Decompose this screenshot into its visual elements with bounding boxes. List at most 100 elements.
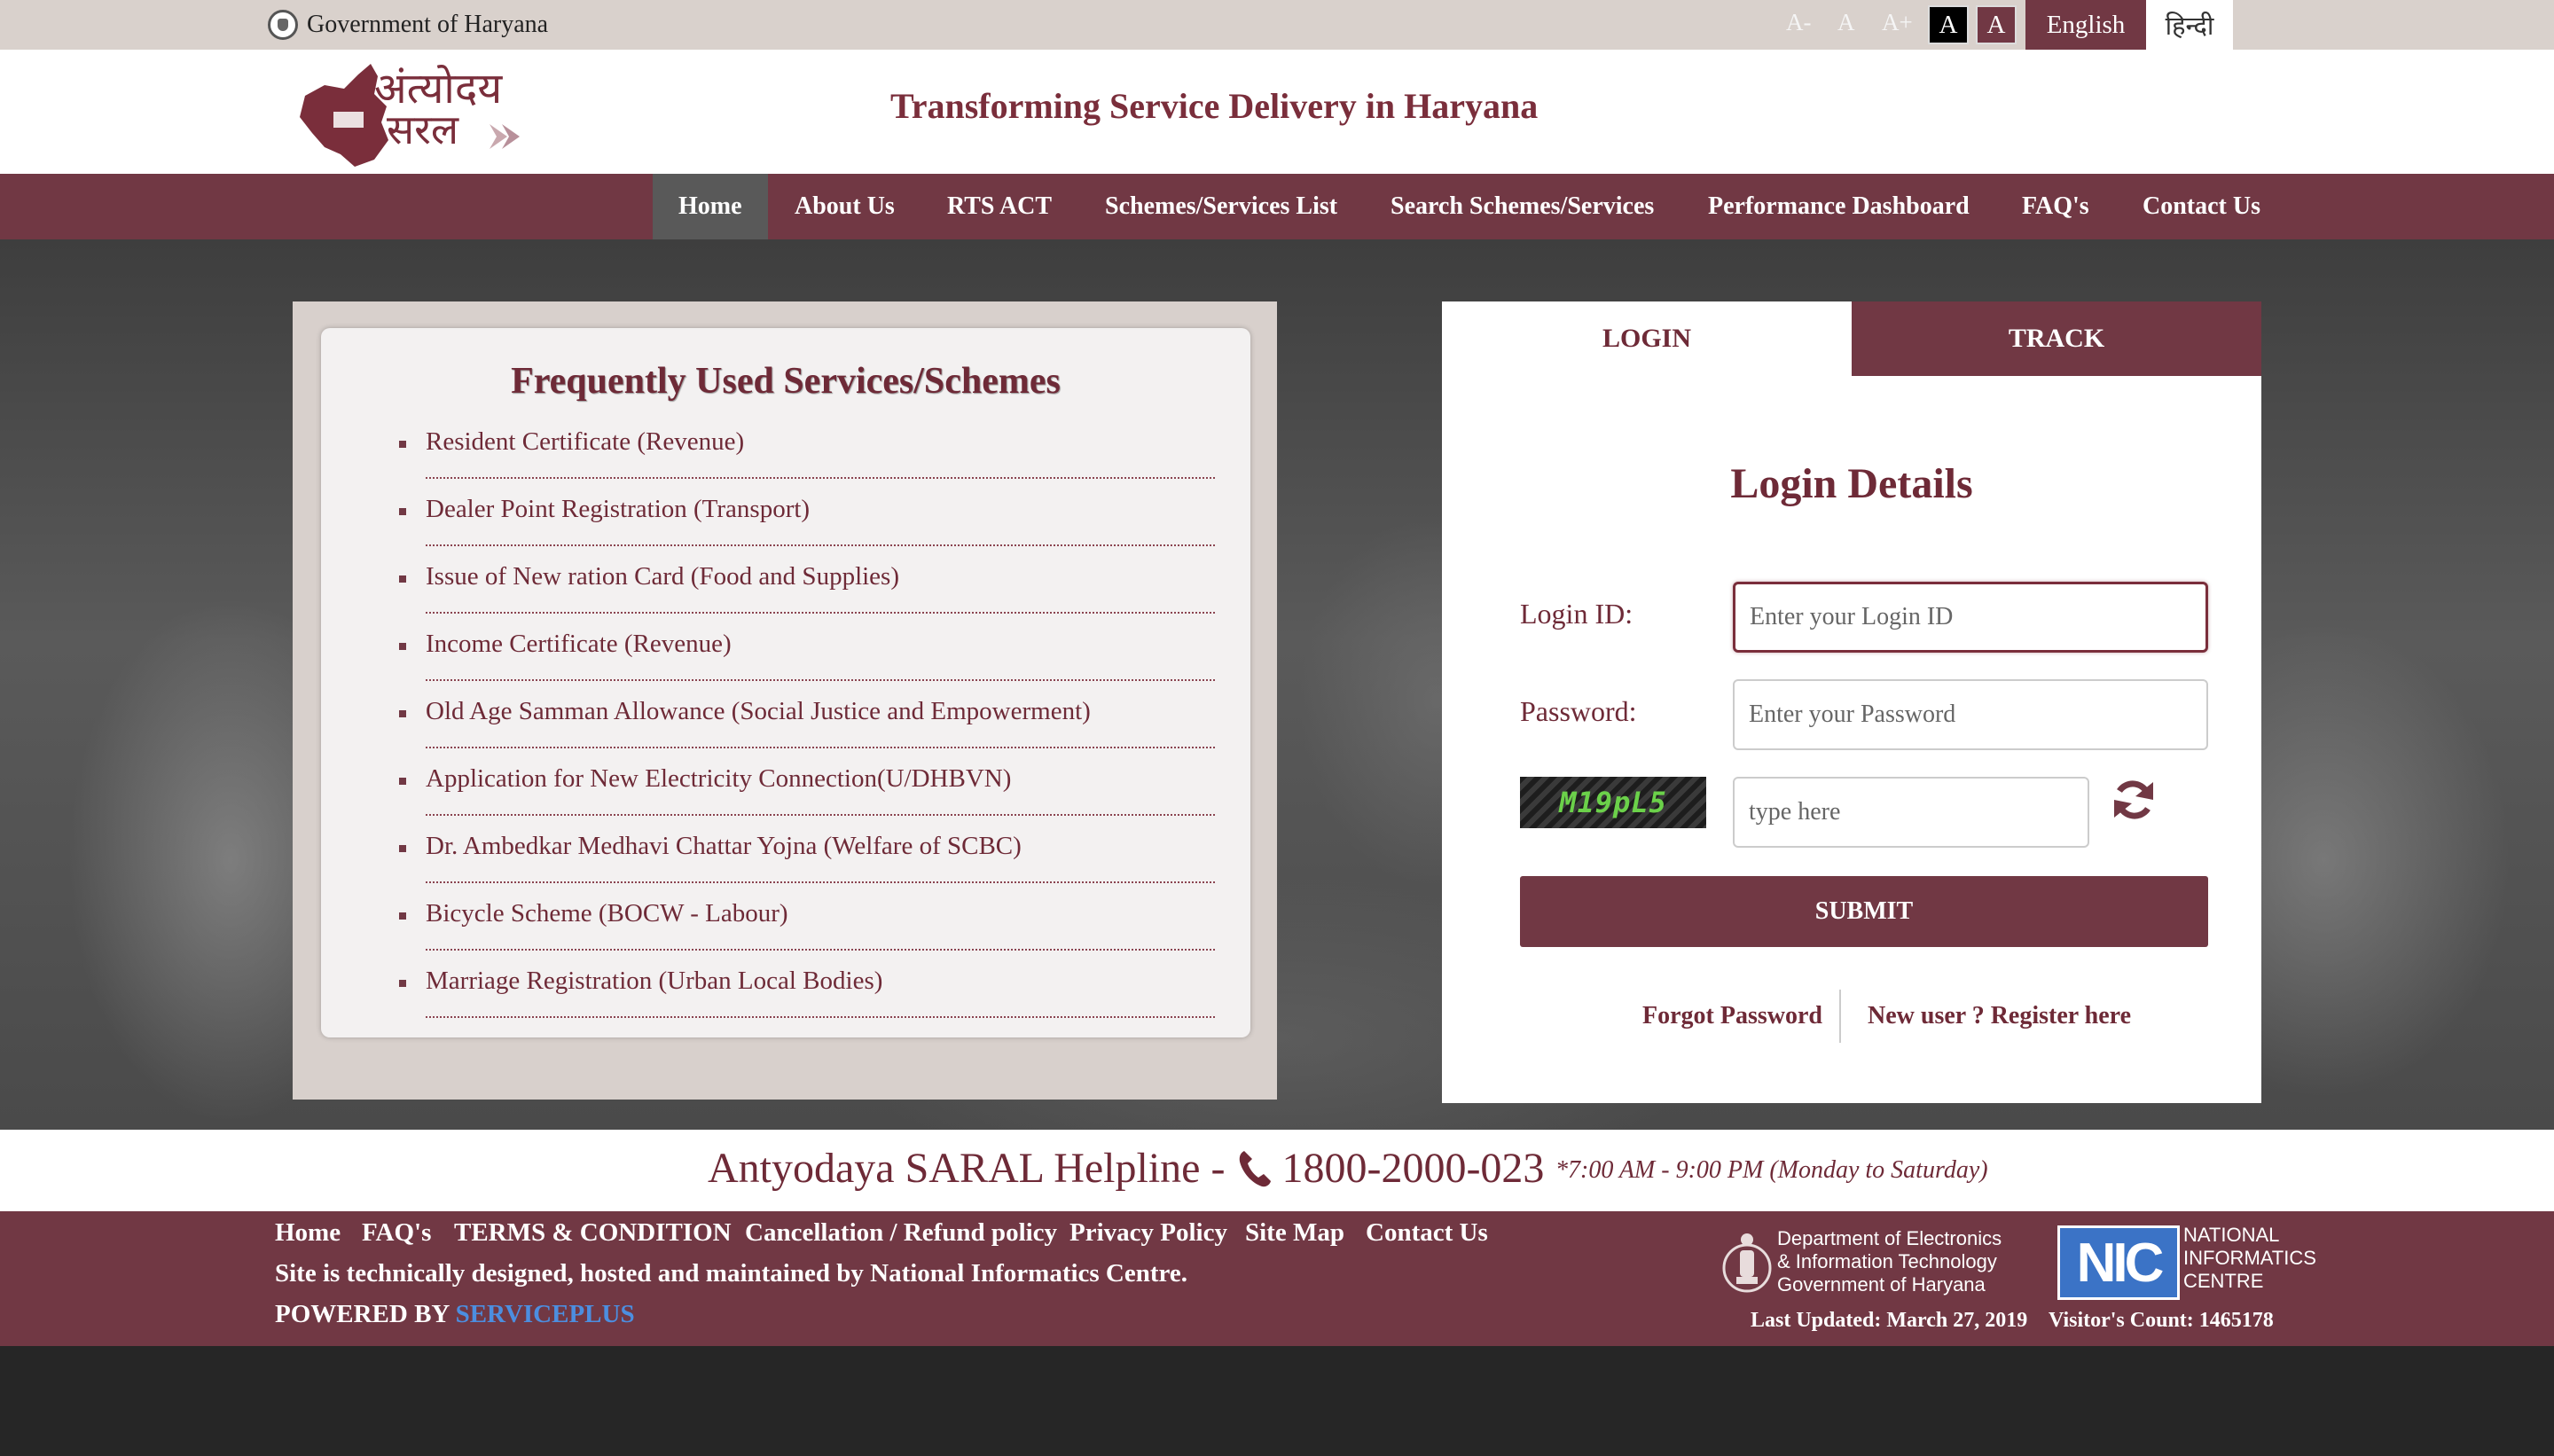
- deity-emblem-icon: [1722, 1224, 1772, 1303]
- logo-line2: सरल: [387, 106, 459, 153]
- nav-home[interactable]: Home: [653, 174, 768, 239]
- last-updated: Last Updated: March 27, 2019: [1751, 1309, 2028, 1332]
- service-link[interactable]: Dealer Point Registration (Transport): [426, 495, 810, 524]
- bullet-icon: [399, 710, 406, 717]
- bullet-icon: [399, 980, 406, 987]
- helpline-bar: Antyodaya SARAL Helpline - 1800-2000-023…: [0, 1130, 2554, 1211]
- service-link[interactable]: Bicycle Scheme (BOCW - Labour): [426, 899, 788, 928]
- nic-abbr: NIC: [2076, 1232, 2165, 1294]
- site-footer: Home FAQ's TERMS & CONDITION Cancellatio…: [0, 1211, 2554, 1346]
- submit-button[interactable]: SUBMIT: [1520, 876, 2208, 947]
- services-card: Frequently Used Services/Schemes Residen…: [321, 328, 1250, 1037]
- bullet-icon: [399, 441, 406, 448]
- deity-text: Department of Electronics & Information …: [1777, 1227, 2002, 1296]
- footer-link-terms[interactable]: TERMS & CONDITION: [454, 1218, 732, 1248]
- antyodaya-saral-logo[interactable]: अंत्योदय सरल: [289, 55, 523, 170]
- service-item[interactable]: Old Age Samman Allowance (Social Justice…: [399, 681, 1215, 748]
- forgot-password-link[interactable]: Forgot Password: [1642, 1002, 1822, 1030]
- service-link[interactable]: Marriage Registration (Urban Local Bodie…: [426, 967, 882, 996]
- nav-performance-dashboard[interactable]: Performance Dashboard: [1708, 174, 1970, 239]
- nav-about-us[interactable]: About Us: [795, 174, 895, 239]
- font-increase-button[interactable]: A+: [1882, 9, 1913, 36]
- gov-branding: Government of Haryana: [268, 7, 548, 43]
- main-nav: Home About Us RTS ACT Schemes/Services L…: [0, 174, 2554, 239]
- footer-link-privacy-policy[interactable]: Privacy Policy: [1069, 1218, 1227, 1248]
- service-item[interactable]: Issue of New ration Card (Food and Suppl…: [399, 546, 1215, 614]
- deity-line: Department of Electronics: [1777, 1227, 2002, 1249]
- nic-line: NATIONAL: [2183, 1224, 2280, 1246]
- service-item[interactable]: Resident Certificate (Revenue): [399, 411, 1215, 479]
- font-decrease-button[interactable]: A-: [1786, 9, 1812, 36]
- haryana-emblem-icon: [268, 10, 298, 40]
- gov-label: Government of Haryana: [307, 11, 549, 38]
- footer-link-site-map[interactable]: Site Map: [1245, 1218, 1344, 1248]
- service-link[interactable]: Dr. Ambedkar Medhavi Chattar Yojna (Welf…: [426, 832, 1022, 861]
- footer-link-refund-policy[interactable]: Cancellation / Refund policy: [745, 1218, 1057, 1248]
- services-title: Frequently Used Services/Schemes: [511, 361, 1061, 402]
- service-item[interactable]: Dealer Point Registration (Transport): [399, 479, 1215, 546]
- register-link[interactable]: New user ? Register here: [1868, 1002, 2131, 1030]
- captcha-image: M19pL5: [1520, 777, 1706, 828]
- page-bottom-area: [0, 1346, 2554, 1456]
- service-item[interactable]: Bicycle Scheme (BOCW - Labour): [399, 883, 1215, 951]
- lang-hindi-button[interactable]: हिन्दी: [2146, 0, 2233, 50]
- font-normal-button[interactable]: A: [1837, 9, 1855, 36]
- service-link[interactable]: Resident Certificate (Revenue): [426, 427, 744, 457]
- login-id-input[interactable]: [1733, 582, 2208, 653]
- helpline-prefix: Antyodaya SARAL Helpline -: [708, 1145, 1226, 1192]
- service-item[interactable]: Dr. Ambedkar Medhavi Chattar Yojna (Welf…: [399, 816, 1215, 883]
- nav-faqs[interactable]: FAQ's: [2022, 174, 2089, 239]
- contrast-maroon-button[interactable]: A: [1976, 5, 2017, 44]
- nav-search-schemes-services[interactable]: Search Schemes/Services: [1391, 174, 1654, 239]
- powered-by-label: POWERED BY: [275, 1300, 450, 1328]
- footer-link-contact-us[interactable]: Contact Us: [1366, 1218, 1488, 1248]
- password-input[interactable]: [1733, 679, 2208, 750]
- nav-schemes-services-list[interactable]: Schemes/Services List: [1105, 174, 1337, 239]
- lang-english-button[interactable]: English: [2025, 0, 2146, 50]
- service-link[interactable]: Old Age Samman Allowance (Social Justice…: [426, 697, 1091, 726]
- captcha-input[interactable]: [1733, 777, 2089, 848]
- nic-logo: NIC: [2057, 1225, 2180, 1300]
- deity-line: Government of Haryana: [1777, 1273, 1986, 1296]
- footer-link-faqs[interactable]: FAQ's: [362, 1218, 431, 1248]
- service-link[interactable]: Income Certificate (Revenue): [426, 630, 732, 659]
- nav-contact-us[interactable]: Contact Us: [2143, 174, 2260, 239]
- service-link[interactable]: Application for New Electricity Connecti…: [426, 764, 1011, 794]
- login-panel: LOGIN TRACK Login Details Login ID: Pass…: [1442, 301, 2261, 1103]
- header-tagline: Transforming Service Delivery in Haryana: [890, 86, 1539, 126]
- helpline-hours: *7:00 AM - 9:00 PM (Monday to Saturday): [1555, 1156, 1988, 1184]
- bullet-icon: [399, 845, 406, 852]
- powered-by-text: POWERED BY SERVICEPLUS: [275, 1300, 635, 1329]
- hosted-by-text: Site is technically designed, hosted and…: [275, 1259, 1188, 1288]
- tab-track[interactable]: TRACK: [1852, 301, 2261, 376]
- bullet-icon: [399, 575, 406, 583]
- nav-rts-act[interactable]: RTS ACT: [947, 174, 1052, 239]
- service-item[interactable]: Income Certificate (Revenue): [399, 614, 1215, 681]
- visitor-count: Visitor's Count: 1465178: [2049, 1309, 2274, 1332]
- bullet-icon: [399, 778, 406, 785]
- bullet-icon: [399, 912, 406, 920]
- footer-link-home[interactable]: Home: [275, 1218, 341, 1248]
- service-item[interactable]: Marriage Registration (Urban Local Bodie…: [399, 951, 1215, 1018]
- serviceplus-link[interactable]: SERVICEPLUS: [456, 1300, 635, 1328]
- phone-icon: [1237, 1149, 1273, 1188]
- service-item[interactable]: Application for New Electricity Connecti…: [399, 748, 1215, 816]
- login-title: Login Details: [1730, 460, 1973, 507]
- nic-line: CENTRE: [2183, 1270, 2264, 1292]
- bullet-icon: [399, 508, 406, 515]
- nic-text: NATIONAL INFORMATICS CENTRE: [2183, 1224, 2316, 1293]
- link-divider: [1839, 990, 1841, 1043]
- bullet-icon: [399, 643, 406, 650]
- service-link[interactable]: Issue of New ration Card (Food and Suppl…: [426, 562, 899, 591]
- refresh-icon[interactable]: [2109, 775, 2158, 825]
- tab-login[interactable]: LOGIN: [1442, 301, 1852, 376]
- helpline-number: 1800-2000-023: [1281, 1145, 1545, 1192]
- contrast-dark-button[interactable]: A: [1928, 5, 1969, 44]
- deity-line: & Information Technology: [1777, 1250, 1997, 1272]
- password-label: Password:: [1520, 695, 1637, 727]
- captcha-text: M19pL5: [1559, 786, 1667, 819]
- helpline-text: Antyodaya SARAL Helpline - 1800-2000-023: [708, 1144, 1544, 1193]
- login-id-label: Login ID:: [1520, 598, 1633, 630]
- nic-line: INFORMATICS: [2183, 1247, 2316, 1269]
- top-bar: Government of Haryana A- A A+ A A Englis…: [0, 0, 2554, 50]
